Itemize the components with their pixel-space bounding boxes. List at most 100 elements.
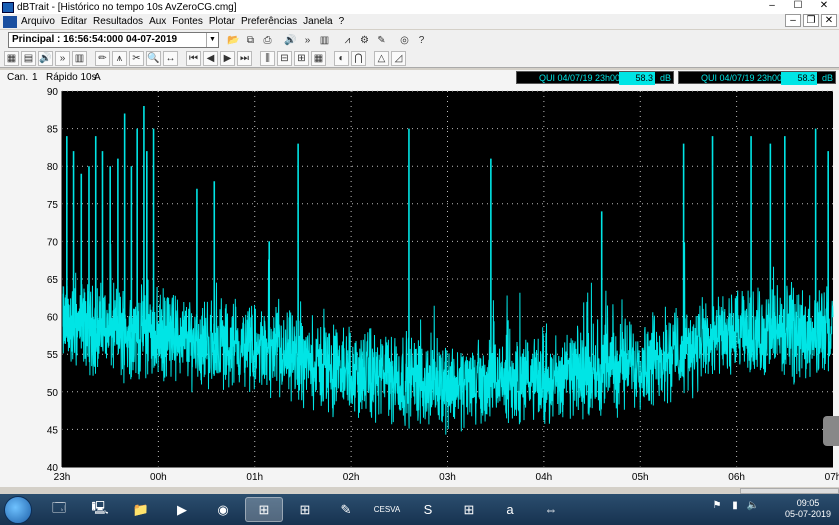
side-scroll-handle[interactable] [823,416,839,446]
prev-icon[interactable]: ◀ [203,51,218,66]
window-title: dBTrait - [Histórico no tempo 10s AvZero… [17,1,237,13]
taskbar-app-8[interactable]: CESVA [368,497,406,522]
clock[interactable]: 09:05 05-07-2019 [785,498,831,520]
marker-icon[interactable]: ⊟ [277,51,292,66]
taskbar-app-9[interactable]: S [409,497,447,522]
channel-number: 1 [32,72,38,83]
menu-resultados[interactable]: Resultados [93,16,143,27]
taskbar-apps: 🗔 🖳 📁 ▶ ◉ ⊞ ⊞ ✎ CESVA S ⊞ a ⇔ [40,497,573,522]
target-icon[interactable]: ◎ [397,33,412,48]
doc-minimize-button[interactable]: – [785,14,801,27]
graph-toolbar: ▦ ▤ 🔊 » ▥ ✏ ⩚ ✂ 🔍 ↔ ⏮ ◀ ▶ ⏭ ⫼ ⊟ ⊞ ▦ ◐ ⋂ … [0,50,839,68]
network-icon[interactable]: ▮ [728,500,742,514]
chart-b-icon[interactable]: ◿ [391,51,406,66]
menu-editar[interactable]: Editar [61,16,87,27]
x-tick-label: 04h [536,472,553,483]
zoom-icon[interactable]: 🔍 [146,51,161,66]
document-controls: – ❐ ✕ [783,14,837,27]
doc-close-button[interactable]: ✕ [821,14,837,27]
menu-fontes[interactable]: Fontes [172,16,203,27]
volume-icon[interactable]: 🔈 [746,500,760,514]
y-tick-label: 90 [47,87,59,98]
cursor-1-unit: dB [659,73,671,83]
print-icon[interactable]: ⎙ [260,33,275,48]
menu-arquivo[interactable]: Arquivo [21,16,55,27]
level-icon[interactable]: ⩚ [112,51,127,66]
minimize-button[interactable]: – [759,0,785,13]
clock-date: 05-07-2019 [784,509,831,519]
help-icon[interactable]: ? [414,33,429,48]
cut-icon[interactable]: ✂ [129,51,144,66]
histogram-icon[interactable]: ▤ [21,51,36,66]
pencil-icon[interactable]: ✏ [95,51,110,66]
menu-janela[interactable]: Janela [303,16,332,27]
taskbar-app-7[interactable]: ✎ [327,497,365,522]
x-tick-label: 07h [825,472,839,483]
events-icon[interactable]: ⫼ [260,51,275,66]
speaker-icon[interactable]: 🔊 [38,51,53,66]
title-bar: dBTrait - [Histórico no tempo 10s AvZero… [0,0,839,14]
taskbar-app-11[interactable]: a [491,497,529,522]
taskbar-app-0[interactable]: 🗔 [40,497,78,522]
pen-icon[interactable]: ✎ [374,33,389,48]
cursor-readout-2: QUI 04/07/19 23h00m00 58.3 dB [678,71,836,85]
taskbar-app-6[interactable]: ⊞ [286,497,324,522]
taskbar-app-3[interactable]: ▶ [163,497,201,522]
y-tick-label: 75 [47,200,59,211]
fast-forward-icon[interactable]: » [55,51,70,66]
bar-chart-icon[interactable]: ▥ [317,33,332,48]
menu-aux[interactable]: Aux [149,16,166,27]
main-toolbar: Principal : 16:56:54:000 04-07-2019 ▼ 📂 … [0,30,839,50]
bar-chart-icon[interactable]: ▥ [72,51,87,66]
open-folder-icon[interactable]: 📂 [226,33,241,48]
y-tick-label: 65 [47,275,59,286]
magnet-icon[interactable]: ⋂ [351,51,366,66]
plot-area: 90 85 80 75 70 65 60 55 50 45 40 23h 00h 01h 02h 03h 04h… [0,85,839,487]
period-select[interactable]: Principal : 16:56:54:000 04-07-2019 ▼ [8,32,219,48]
circle-icon[interactable]: ◐ [334,51,349,66]
filter-icon[interactable]: ⊞ [294,51,309,66]
taskbar-app-1[interactable]: 🖳 [81,497,119,522]
time-history-chart[interactable]: 908580757065605550454023h 00h 01h 02h 03h 04h… [0,85,839,487]
last-icon[interactable]: ⏭ [237,51,252,66]
chevron-down-icon[interactable]: ▼ [206,33,218,47]
cursor-2-value: 58.3 [781,72,817,85]
speaker-icon[interactable]: 🔊 [283,33,298,48]
table-icon[interactable]: ▦ [4,51,19,66]
x-tick-label: 01h [246,472,263,483]
y-tick-label: 45 [47,425,59,436]
period-select-value: Principal : 16:56:54:000 04-07-2019 [12,34,178,45]
taskbar-app-10[interactable]: ⊞ [450,497,488,522]
doc-restore-button[interactable]: ❐ [803,14,819,27]
copy-icon[interactable]: ⧉ [243,33,258,48]
fast-forward-icon[interactable]: » [300,33,315,48]
grid-icon[interactable]: ▦ [311,51,326,66]
taskbar: 🗔 🖳 📁 ▶ ◉ ⊞ ⊞ ✎ CESVA S ⊞ a ⇔ ⚑ ▮ 🔈 09:05 05-07-2019 [0,494,839,525]
y-tick-label: 80 [47,162,59,173]
close-button[interactable]: ✕ [811,0,837,13]
fit-width-icon[interactable]: ↔ [163,51,178,66]
first-icon[interactable]: ⏮ [186,51,201,66]
settings-chart-icon[interactable]: ⚙ [357,33,372,48]
x-tick-label: 06h [728,472,745,483]
next-icon[interactable]: ▶ [220,51,235,66]
cursor-1-value: 58.3 [619,72,655,85]
taskbar-app-2[interactable]: 📁 [122,497,160,522]
window-controls: – ☐ ✕ [759,0,837,13]
taskbar-app-5[interactable]: ⊞ [245,497,283,522]
document-icon[interactable] [3,15,17,28]
maximize-button[interactable]: ☐ [785,0,811,13]
taskbar-app-12[interactable]: ⇔ [532,497,570,522]
spectrum-icon[interactable]: ⩘ [340,33,355,48]
menu-preferencias[interactable]: Preferências [241,16,297,27]
start-button[interactable] [4,496,32,524]
chart-a-icon[interactable]: △ [374,51,389,66]
flag-icon[interactable]: ⚑ [710,500,724,514]
channel-bar: Can. 1 Rápido 10s A QUI 04/07/19 23h00m0… [0,70,839,85]
menu-help[interactable]: ? [339,16,345,27]
y-tick-label: 50 [47,388,59,399]
cursor-2-unit: dB [821,73,833,83]
app-icon [2,1,14,13]
menu-plotar[interactable]: Plotar [209,16,235,27]
taskbar-app-4[interactable]: ◉ [204,497,242,522]
